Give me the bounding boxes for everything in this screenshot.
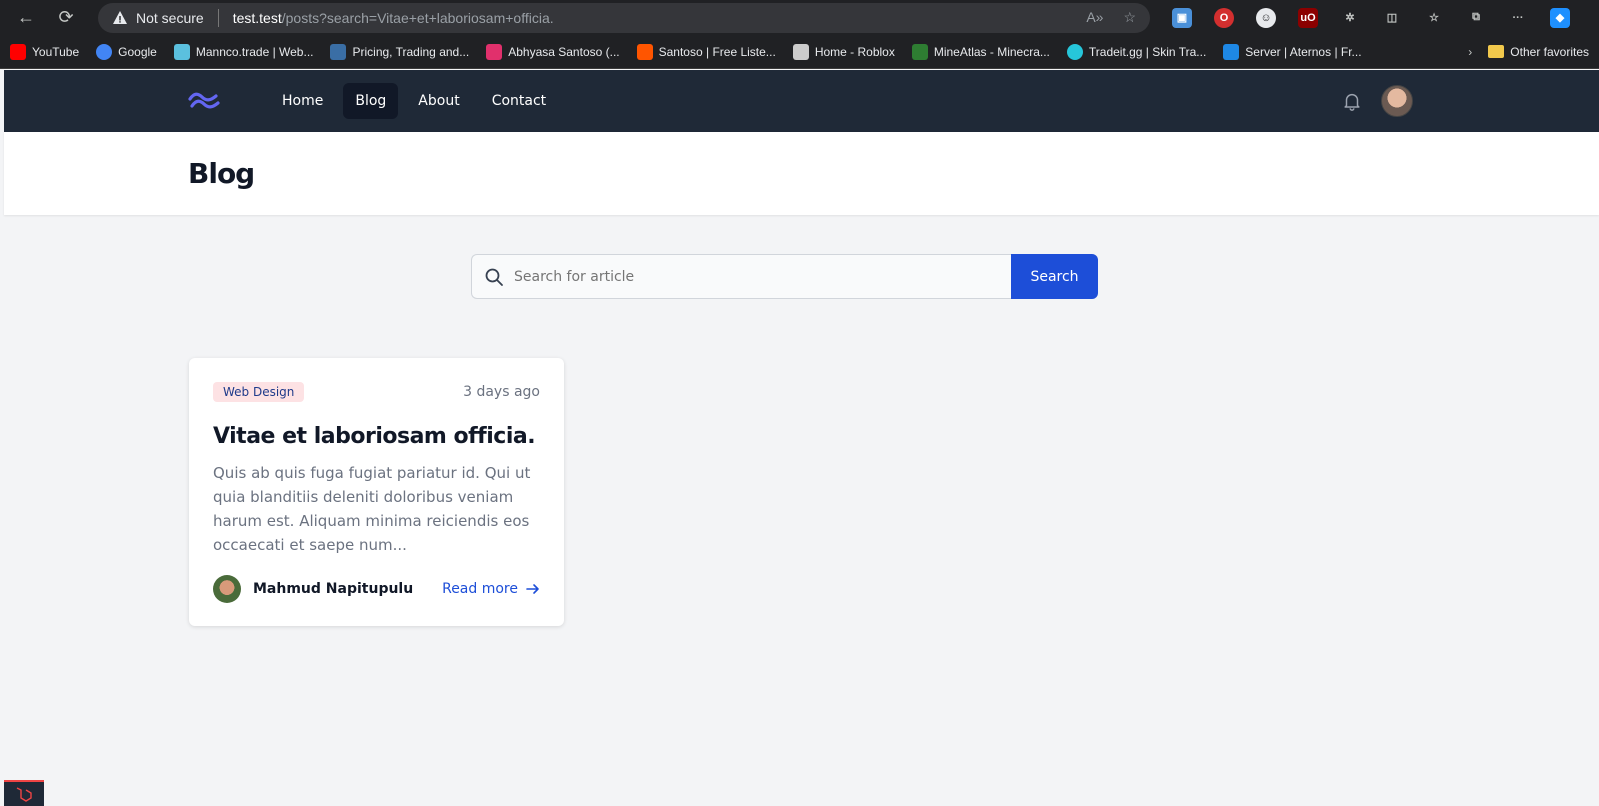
extensions-puzzle-icon[interactable]: ✲ bbox=[1340, 8, 1360, 28]
author-name[interactable]: Mahmud Napitupulu bbox=[253, 581, 413, 597]
split-screen-icon[interactable]: ◫ bbox=[1382, 8, 1402, 28]
laravel-debugbar-icon[interactable] bbox=[4, 780, 44, 806]
page-title: Blog bbox=[188, 157, 255, 190]
tailwind-logo-icon[interactable] bbox=[188, 90, 220, 112]
bookmark-soundcloud[interactable]: Santoso | Free Liste... bbox=[636, 43, 776, 60]
bookmark-google[interactable]: Google bbox=[96, 43, 157, 60]
category-badge[interactable]: Web Design bbox=[213, 382, 305, 402]
tf-icon bbox=[330, 43, 347, 60]
other-favorites[interactable]: Other favorites bbox=[1488, 45, 1589, 59]
post-title[interactable]: Vitae et laboriosam officia. bbox=[213, 424, 540, 449]
bookmark-pricing[interactable]: Pricing, Trading and... bbox=[330, 43, 469, 60]
google-icon bbox=[96, 43, 113, 60]
site-navbar: Home Blog About Contact bbox=[4, 70, 1599, 132]
bookmarks-bar: YouTube Google Mannco.trade | Web... Pri… bbox=[0, 35, 1599, 69]
copilot-icon[interactable]: ◆ bbox=[1550, 7, 1570, 28]
instagram-icon bbox=[486, 43, 503, 60]
page-header: Blog bbox=[4, 132, 1599, 215]
tradeit-icon bbox=[1066, 43, 1083, 60]
search-button[interactable]: Search bbox=[1011, 254, 1098, 299]
author-avatar bbox=[213, 575, 241, 603]
warning-icon bbox=[112, 10, 128, 26]
youtube-icon bbox=[10, 43, 26, 60]
more-menu-icon[interactable]: ··· bbox=[1508, 8, 1528, 28]
back-icon[interactable]: ← bbox=[10, 2, 42, 34]
bookmark-mineatlas[interactable]: MineAtlas - Minecra... bbox=[911, 43, 1050, 60]
post-date: 3 days ago bbox=[463, 384, 540, 400]
post-excerpt: Quis ab quis fuga fugiat pariatur id. Qu… bbox=[213, 464, 531, 554]
extension-profile-icon[interactable]: ☺ bbox=[1256, 7, 1276, 28]
nav-link-about[interactable]: About bbox=[406, 83, 471, 119]
user-avatar[interactable] bbox=[1381, 85, 1413, 117]
bookmark-instagram[interactable]: Abhyasa Santoso (... bbox=[486, 43, 620, 60]
search-field[interactable] bbox=[471, 254, 1011, 299]
security-label: Not secure bbox=[136, 9, 204, 26]
favorites-icon[interactable]: ☆ bbox=[1424, 8, 1444, 28]
chevron-right-icon[interactable]: › bbox=[1468, 45, 1472, 59]
nav-link-blog[interactable]: Blog bbox=[343, 83, 399, 119]
search-icon bbox=[485, 268, 503, 286]
bookmark-youtube[interactable]: YouTube bbox=[10, 43, 79, 60]
favorite-star-icon[interactable]: ☆ bbox=[1123, 9, 1136, 26]
read-aloud-icon[interactable]: A» bbox=[1086, 9, 1103, 26]
soundcloud-icon bbox=[636, 43, 653, 60]
url-host: test.test bbox=[232, 9, 282, 26]
bookmark-roblox[interactable]: Home - Roblox bbox=[792, 43, 895, 60]
bell-icon[interactable] bbox=[1341, 90, 1363, 112]
search-form: Search bbox=[471, 254, 1098, 299]
refresh-icon[interactable]: ⟳ bbox=[50, 2, 82, 34]
url-path: /posts?search=Vitae+et+laboriosam+offici… bbox=[281, 9, 554, 26]
arrow-right-icon bbox=[526, 584, 539, 594]
web-page: Home Blog About Contact Blog Search Web … bbox=[4, 70, 1599, 806]
extension-opera-icon[interactable]: O bbox=[1214, 7, 1234, 28]
mineatlas-icon bbox=[911, 43, 928, 60]
nav-link-home[interactable]: Home bbox=[270, 83, 335, 119]
browser-toolbar: ← ⟳ Not secure test.test /posts?search=V… bbox=[0, 0, 1599, 35]
collections-icon[interactable]: ⧉ bbox=[1466, 8, 1486, 28]
mannco-icon bbox=[173, 43, 190, 60]
aternos-icon bbox=[1223, 43, 1240, 60]
extension-ublock-icon[interactable]: uO bbox=[1298, 7, 1318, 28]
address-bar[interactable]: Not secure test.test /posts?search=Vitae… bbox=[98, 2, 1150, 33]
post-card: Web Design 3 days ago Vitae et laboriosa… bbox=[189, 358, 564, 626]
roblox-icon bbox=[792, 43, 809, 60]
bookmark-tradeit[interactable]: Tradeit.gg | Skin Tra... bbox=[1066, 43, 1206, 60]
read-more-link[interactable]: Read more bbox=[442, 581, 540, 597]
nav-link-contact[interactable]: Contact bbox=[480, 83, 558, 119]
extension-screenshot-icon[interactable]: ▣ bbox=[1172, 7, 1192, 28]
divider bbox=[217, 8, 219, 27]
bookmark-mannco[interactable]: Mannco.trade | Web... bbox=[173, 43, 313, 60]
folder-icon bbox=[1488, 45, 1505, 58]
bookmark-aternos[interactable]: Server | Aternos | Fr... bbox=[1223, 43, 1362, 60]
search-input[interactable] bbox=[514, 268, 994, 285]
